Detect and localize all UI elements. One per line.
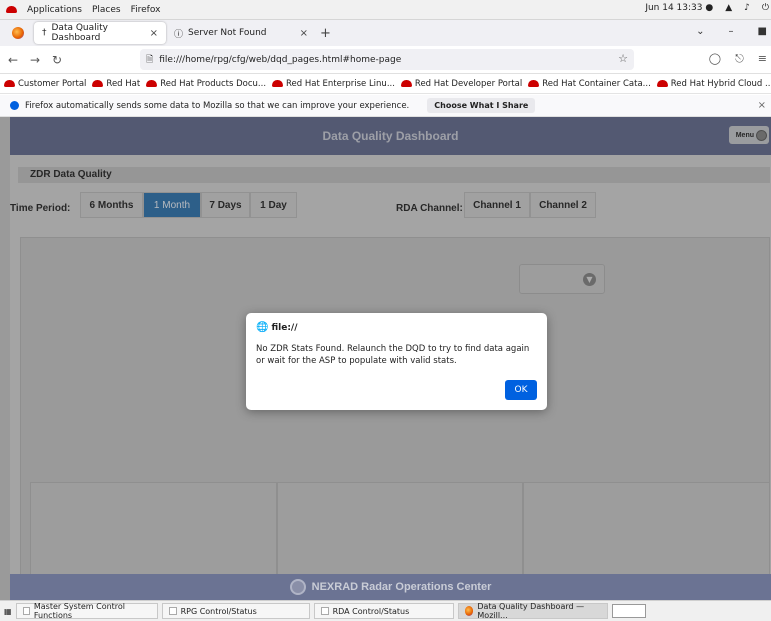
dialog-title: 🌐 file:// [256, 322, 298, 333]
bookmarks-toolbar: Customer Portal Red Hat Red Hat Products… [0, 74, 771, 94]
ok-button[interactable]: OK [505, 380, 537, 400]
page-title: Data Quality Dashboard [322, 129, 459, 143]
chevron-down-icon: ▼ [583, 273, 596, 286]
page-icon: † [42, 28, 47, 38]
window-icon [320, 607, 329, 615]
footer-text: NEXRAD Radar Operations Center [311, 581, 492, 593]
time-6-months-button[interactable]: 6 Months [80, 192, 143, 218]
workspace-switcher[interactable] [611, 604, 646, 618]
dashboard-footer: NEXRAD Radar Operations Center [10, 574, 771, 600]
window-icon [22, 607, 30, 615]
pocket-icon[interactable]: ◯ [709, 52, 721, 66]
tab-server-not-found[interactable]: ⓘ Server Not Found × [166, 22, 316, 44]
bookmark-customer-portal[interactable]: Customer Portal [4, 79, 86, 89]
applications-menu[interactable]: Applications [27, 5, 82, 15]
redhat-icon [146, 80, 158, 87]
bookmark-developer-portal[interactable]: Red Hat Developer Portal [400, 79, 522, 89]
navigation-bar: ← → ↻ 🗎 file:///home/rpg/cfg/web/dqd_pag… [0, 46, 771, 74]
places-menu[interactable]: Places [92, 5, 121, 15]
url-text[interactable]: file:///home/rpg/cfg/web/dqd_pages.html#… [159, 55, 401, 65]
choose-what-i-share-button[interactable]: Choose What I Share [427, 98, 536, 113]
task-data-quality-dashboard[interactable]: Data Quality Dashboard — Mozill... [457, 602, 608, 620]
time-7-days-button[interactable]: 7 Days [201, 192, 250, 218]
volume-icon[interactable]: ♪ [744, 3, 750, 13]
app-menu-icon[interactable]: ≡ [758, 52, 767, 66]
stats-panel [276, 482, 524, 578]
extensions-icon[interactable]: ⎋ [735, 52, 744, 66]
gnome-top-bar: Applications Places Firefox Jun 14 13:33… [0, 0, 771, 20]
selection-dropdown[interactable]: ▼ [519, 264, 605, 294]
bookmark-products-docs[interactable]: Red Hat Products Docu... [146, 79, 266, 89]
roc-logo-icon [289, 579, 306, 595]
bookmark-enterprise-linux[interactable]: Red Hat Enterprise Linu... [272, 79, 395, 89]
list-tabs-icon[interactable]: ⌄ [696, 26, 704, 37]
bookmark-star-icon[interactable]: ☆ [618, 52, 628, 65]
power-icon[interactable]: ⏻ [762, 3, 769, 13]
new-tab-button[interactable]: + [320, 26, 331, 41]
close-icon[interactable]: × [300, 28, 308, 39]
notice-text: Firefox automatically sends some data to… [25, 100, 410, 111]
task-rpg-control[interactable]: RPG Control/Status [161, 603, 310, 619]
show-desktop-icon[interactable]: ▦ [4, 607, 12, 616]
redhat-icon [4, 80, 15, 87]
stats-panels [30, 482, 771, 578]
info-icon: ⓘ [174, 29, 184, 40]
time-1-day-button[interactable]: 1 Day [250, 192, 297, 218]
task-master-system-control[interactable]: Master System Control Functions [15, 602, 158, 620]
rda-channel-label: RDA Channel: [396, 203, 463, 214]
network-icon[interactable]: ▲ [725, 3, 732, 13]
section-title: ZDR Data Quality [18, 167, 770, 183]
redhat-icon [272, 80, 284, 87]
globe-icon: 🌐 [256, 322, 269, 333]
maximize-icon[interactable]: ■ [758, 26, 767, 37]
bookmark-container-catalog[interactable]: Red Hat Container Cata... [528, 79, 651, 89]
forward-icon[interactable]: → [26, 53, 44, 67]
tab-bar: † Data Quality Dashboard × ⓘ Server Not … [0, 20, 771, 46]
firefox-menu[interactable]: Firefox [131, 5, 161, 15]
task-rda-control[interactable]: RDA Control/Status [313, 603, 454, 619]
time-period-label: Time Period: [10, 203, 71, 214]
firefox-view-icon[interactable] [12, 27, 24, 39]
bookmark-red-hat[interactable]: Red Hat [92, 79, 140, 89]
menu-button[interactable]: Menu [729, 126, 769, 144]
stats-panel [523, 482, 771, 578]
file-icon: 🗎 [146, 54, 154, 65]
window-icon [168, 607, 177, 615]
bookmark-hybrid-cloud[interactable]: Red Hat Hybrid Cloud ... [656, 79, 771, 89]
dashboard-header: Data Quality Dashboard Menu [10, 117, 771, 155]
channel-1-button[interactable]: Channel 1 [464, 192, 530, 218]
close-icon[interactable]: × [758, 100, 766, 111]
alert-dialog: 🌐 file:// No ZDR Stats Found. Relaunch t… [246, 313, 547, 410]
data-collection-notice: Firefox automatically sends some data to… [0, 95, 771, 117]
back-icon[interactable]: ← [4, 53, 22, 67]
redhat-logo-icon [6, 6, 17, 13]
redhat-icon [528, 80, 540, 87]
reload-icon[interactable]: ↻ [48, 53, 66, 67]
close-icon[interactable]: × [150, 28, 158, 39]
dialog-message: No ZDR Stats Found. Relaunch the DQD to … [256, 344, 530, 366]
stats-panel [30, 482, 277, 578]
menu-icon [756, 129, 767, 141]
page-left-gutter [0, 117, 10, 600]
minimize-icon[interactable]: – [729, 26, 734, 37]
time-1-month-button[interactable]: 1 Month [143, 192, 201, 218]
taskbar: ▦ Master System Control Functions RPG Co… [0, 600, 771, 621]
firefox-icon [464, 606, 474, 616]
clock[interactable]: Jun 14 13:33 ● [645, 3, 713, 13]
info-icon [10, 101, 19, 110]
url-bar[interactable]: 🗎 file:///home/rpg/cfg/web/dqd_pages.htm… [140, 49, 634, 70]
redhat-icon [92, 80, 104, 87]
channel-2-button[interactable]: Channel 2 [530, 192, 596, 218]
redhat-icon [400, 80, 412, 87]
tab-data-quality-dashboard[interactable]: † Data Quality Dashboard × [34, 22, 166, 44]
redhat-icon [656, 80, 668, 87]
